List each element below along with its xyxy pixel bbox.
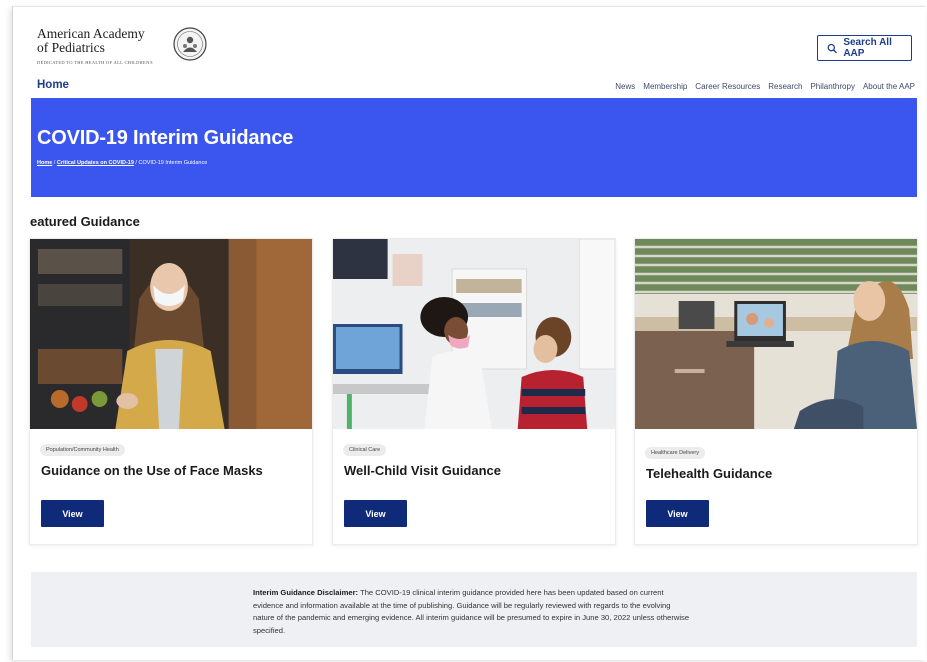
- nav-links: News Membership Career Resources Researc…: [615, 82, 915, 91]
- aap-logo[interactable]: American Academy of Pediatrics DEDICATED…: [37, 27, 207, 77]
- aap-seal-icon: [173, 27, 207, 61]
- disclaimer-panel: Interim Guidance Disclaimer: The COVID-1…: [31, 572, 917, 647]
- breadcrumb-current: COVID-19 Interim Guidance: [138, 160, 208, 166]
- main-nav: Home News Membership Career Resources Re…: [37, 77, 915, 95]
- search-button-label: Search All AAP: [843, 37, 892, 59]
- card-tag: Healthcare Delivery: [645, 447, 705, 459]
- search-icon: [827, 43, 837, 53]
- card-image-telehealth: [635, 239, 917, 429]
- nav-link-career-resources[interactable]: Career Resources: [695, 82, 760, 91]
- card-tag: Population/Community Health: [40, 444, 125, 456]
- page-title: COVID-19 Interim Guidance: [37, 127, 294, 149]
- card-title[interactable]: Guidance on the Use of Face Masks: [41, 463, 263, 478]
- view-button[interactable]: View: [646, 500, 709, 527]
- section-title: eatured Guidance: [30, 214, 140, 229]
- card-title[interactable]: Well-Child Visit Guidance: [344, 463, 501, 478]
- breadcrumb-home[interactable]: Home: [37, 160, 52, 166]
- guidance-card-telehealth[interactable]: Healthcare Delivery Telehealth Guidance …: [634, 238, 918, 545]
- card-image-doctor-child: [333, 239, 615, 429]
- search-all-aap-button[interactable]: Search All AAP: [817, 35, 912, 61]
- nav-link-about[interactable]: About the AAP: [863, 82, 915, 91]
- card-image-woman-mask: [30, 239, 312, 429]
- hero-banner: COVID-19 Interim Guidance Home / Critica…: [31, 98, 917, 197]
- view-button[interactable]: View: [41, 500, 104, 527]
- breadcrumb: Home / Critical Updates on COVID-19 / CO…: [37, 160, 207, 166]
- card-tag: Clinical Care: [343, 444, 387, 456]
- disclaimer-text: Interim Guidance Disclaimer: The COVID-1…: [253, 587, 693, 637]
- nav-home-link[interactable]: Home: [37, 79, 69, 91]
- breadcrumb-critical-updates[interactable]: Critical Updates on COVID-19: [57, 160, 134, 166]
- disclaimer-label: Interim Guidance Disclaimer:: [253, 588, 359, 597]
- nav-link-membership[interactable]: Membership: [643, 82, 687, 91]
- guidance-card-face-masks[interactable]: Population/Community Health Guidance on …: [29, 238, 313, 545]
- card-title[interactable]: Telehealth Guidance: [646, 466, 772, 481]
- nav-link-news[interactable]: News: [615, 82, 635, 91]
- nav-link-research[interactable]: Research: [768, 82, 802, 91]
- browser-page: American Academy of Pediatrics DEDICATED…: [12, 6, 926, 660]
- nav-link-philanthropy[interactable]: Philanthropy: [810, 82, 854, 91]
- guidance-card-well-child[interactable]: Clinical Care Well-Child Visit Guidance …: [332, 238, 616, 545]
- view-button[interactable]: View: [344, 500, 407, 527]
